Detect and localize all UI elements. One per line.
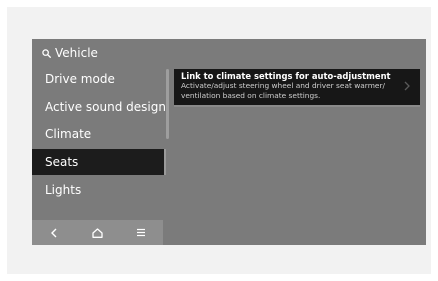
menu-item-drive-mode[interactable]: Drive mode (32, 66, 166, 92)
menu-item-climate[interactable]: Climate (32, 121, 166, 147)
menu-item-seats[interactable]: Seats (32, 149, 166, 175)
menu-item-label: Active sound design (45, 100, 166, 114)
vehicle-menu: Vehicle Drive mode Active sound design C… (32, 39, 166, 245)
home-icon (92, 227, 103, 238)
menu-button[interactable] (126, 220, 156, 245)
menu-scrollbar[interactable] (166, 69, 169, 139)
home-button[interactable] (82, 220, 112, 245)
menu-item-label: Seats (45, 155, 79, 169)
popup-title: Link to climate settings for auto-adjust… (181, 71, 391, 81)
menu-header[interactable]: Vehicle (42, 44, 98, 62)
menu-item-label: Climate (45, 127, 92, 141)
menu-header-label: Vehicle (55, 46, 98, 60)
menu-item-label: Drive mode (45, 72, 115, 86)
menu-item-label: Lights (45, 183, 82, 197)
vehicle-screen: Vehicle Drive mode Active sound design C… (32, 39, 426, 245)
chevron-right-icon (404, 81, 410, 91)
search-icon (42, 48, 51, 58)
menu-item-lights[interactable]: Lights (32, 177, 166, 203)
back-icon (50, 228, 57, 237)
popup-description: Activate/adjust steering wheel and drive… (181, 81, 385, 100)
menu-item-active-sound-design[interactable]: Active sound design (32, 94, 166, 120)
back-button[interactable] (39, 220, 69, 245)
climate-link-popup[interactable]: Link to climate settings for auto-adjust… (174, 69, 420, 107)
menu-icon (137, 228, 146, 237)
bottom-nav-bar (32, 220, 163, 245)
